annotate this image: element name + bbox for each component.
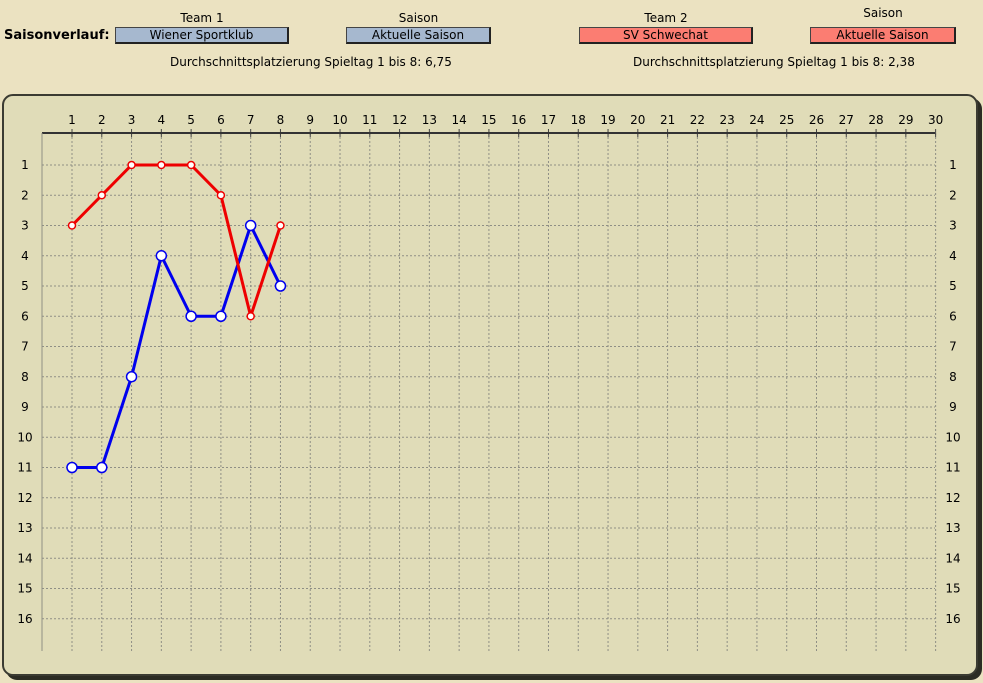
series-2-point	[97, 191, 107, 200]
y-tick-label-left: 7	[21, 340, 29, 354]
y-tick-label-right: 16	[945, 612, 960, 626]
y-tick-label-right: 14	[945, 551, 960, 565]
series-1-point	[274, 280, 287, 292]
x-tick-label: 10	[332, 113, 347, 127]
y-tick-label-left: 13	[17, 521, 32, 535]
series-1-point	[66, 461, 78, 474]
y-tick-label-right: 8	[949, 370, 957, 384]
x-tick-label: 3	[128, 113, 136, 127]
series-2-point	[276, 221, 285, 230]
y-tick-label-left: 11	[17, 461, 32, 475]
y-tick-label-left: 15	[17, 582, 32, 596]
y-tick-label-left: 12	[17, 491, 32, 505]
y-tick-label-left: 1	[21, 158, 29, 172]
y-tick-label-right: 1	[949, 158, 957, 172]
x-tick-label: 20	[630, 113, 645, 127]
season-chart: 1 2 3 4 5 6 7 8 9 10 11 12 13 14 15 16 17 18 19 20 21 22 23 24 2…	[17, 113, 961, 651]
series-2-point	[157, 160, 166, 170]
x-tick-label: 29	[898, 113, 913, 127]
series-2-point	[186, 160, 196, 170]
x-tick-label: 9	[306, 113, 314, 127]
y-tick-label-right: 10	[945, 430, 960, 444]
x-tick-label: 1	[68, 113, 76, 127]
y-tick-label-left: 10	[17, 430, 32, 444]
x-tick-label: 21	[660, 113, 675, 127]
x-tick-label: 5	[187, 113, 195, 127]
y-tick-label-right: 11	[945, 461, 960, 475]
y-tick-label-right: 3	[949, 219, 957, 233]
y-tick-label-left: 6	[21, 309, 29, 323]
y-tick-label-right: 7	[949, 340, 957, 354]
y-tick-label-left: 3	[21, 219, 29, 233]
x-tick-label: 23	[720, 113, 735, 127]
x-tick-label: 14	[451, 113, 466, 127]
x-tick-label: 22	[690, 113, 705, 127]
x-tick-label: 11	[362, 113, 377, 127]
y-tick-label-right: 2	[949, 188, 957, 202]
x-tick-label: 6	[217, 113, 225, 127]
x-tick-label: 12	[392, 113, 407, 127]
x-tick-label: 30	[928, 113, 943, 127]
y-tick-label-left: 4	[21, 249, 29, 263]
x-tick-label: 16	[511, 113, 526, 127]
x-tick-label: 4	[158, 113, 166, 127]
series-1-point	[185, 310, 197, 322]
series-1-point	[125, 371, 138, 383]
x-tick-label: 15	[481, 113, 496, 127]
series-2-point	[216, 191, 226, 200]
y-tick-label-right: 6	[949, 309, 957, 323]
series-1-point	[244, 219, 257, 232]
y-tick-label-right: 15	[945, 582, 960, 596]
y-tick-label-right: 5	[949, 279, 957, 293]
x-tick-label: 2	[98, 113, 106, 127]
y-tick-label-right: 9	[949, 400, 957, 414]
y-tick-label-left: 16	[17, 612, 32, 626]
series-2-point	[67, 221, 77, 230]
y-tick-label-right: 4	[949, 249, 957, 263]
x-tick-label: 13	[422, 113, 437, 127]
series-1-point	[96, 461, 108, 474]
series-line-2	[70, 163, 282, 318]
series-1-point	[155, 250, 168, 262]
y-tick-label-right: 12	[945, 491, 960, 505]
x-tick-label: 8	[277, 113, 285, 127]
x-tick-label: 19	[600, 113, 615, 127]
y-tick-label-left: 5	[21, 279, 29, 293]
series-2-point	[127, 160, 136, 170]
series-1-point	[215, 310, 227, 322]
y-tick-label-left: 9	[21, 400, 29, 414]
x-tick-label: 17	[541, 113, 556, 127]
series-2-point	[246, 312, 255, 321]
x-tick-label: 7	[247, 113, 255, 127]
x-tick-label: 27	[839, 113, 854, 127]
x-tick-label: 28	[868, 113, 883, 127]
x-tick-label: 25	[779, 113, 794, 127]
y-tick-label-left: 8	[21, 370, 29, 384]
y-tick-label-right: 13	[945, 521, 960, 535]
x-tick-label: 26	[809, 113, 824, 127]
x-tick-label: 24	[749, 113, 764, 127]
x-tick-label: 18	[571, 113, 586, 127]
y-tick-label-left: 2	[21, 188, 29, 202]
y-tick-label-left: 14	[17, 551, 32, 565]
